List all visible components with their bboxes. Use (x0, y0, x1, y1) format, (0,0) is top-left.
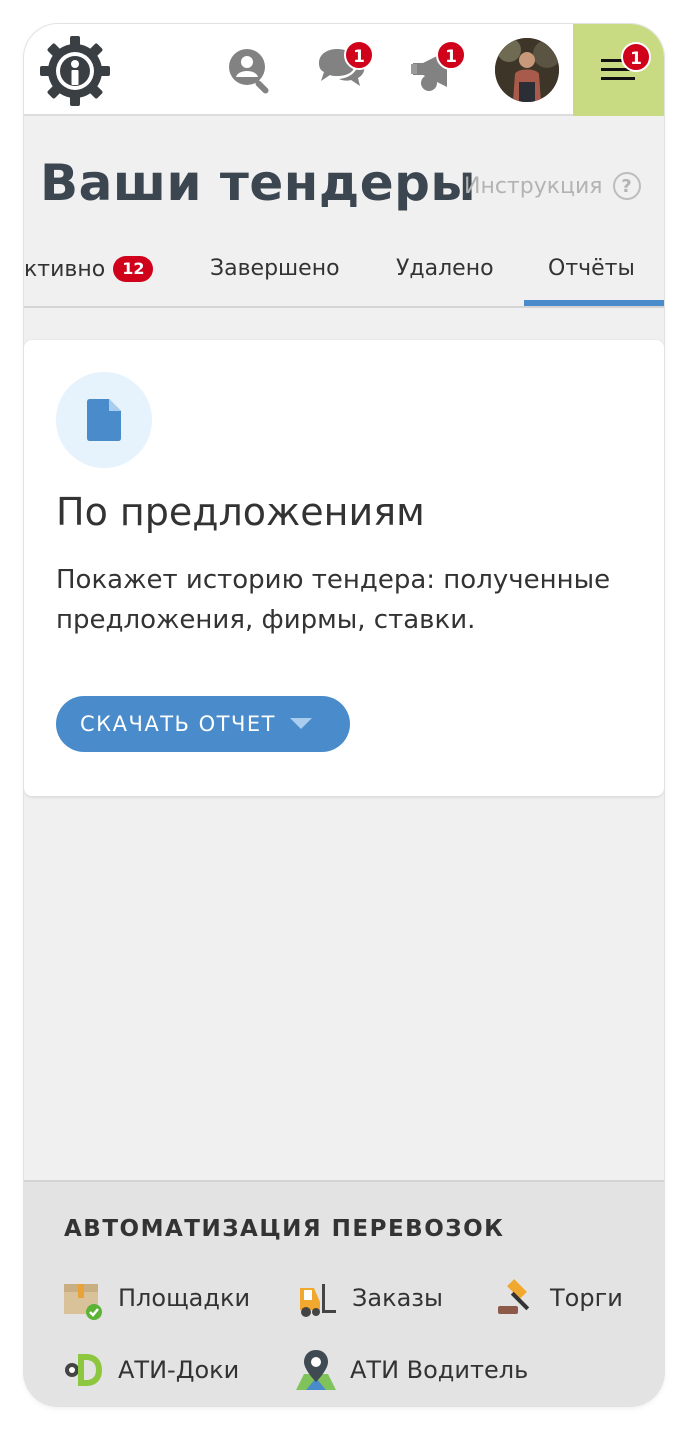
map-pin-icon (294, 1348, 338, 1392)
tab-completed[interactable]: Завершено (210, 256, 340, 281)
tabs-bar: ктивно 12 Завершено Удалено Отчёты (24, 246, 664, 308)
card-description: Покажет историю тендера: полученные пред… (56, 565, 611, 635)
ati-docs-icon (62, 1348, 106, 1392)
card-icon-circle (56, 372, 152, 468)
gavel-icon (494, 1276, 538, 1320)
user-avatar[interactable] (495, 38, 559, 102)
card-title: По предложениям (56, 490, 425, 534)
footer-services: АВТОМАТИЗАЦИЯ ПЕРЕВОЗОК Площадки Заказы … (24, 1180, 664, 1406)
tab-label: Удалено (396, 256, 494, 281)
menu-badge: 1 (621, 42, 651, 72)
footer-link-platforms[interactable]: Площадки (62, 1276, 250, 1320)
footer-title: АВТОМАТИЗАЦИЯ ПЕРЕВОЗОК (64, 1216, 505, 1242)
megaphone-icon[interactable]: 1 (406, 40, 466, 98)
tab-label: Завершено (210, 256, 340, 281)
box-check-icon (62, 1276, 106, 1320)
tab-count-badge: 12 (113, 256, 154, 282)
page-title: Ваши тендеры (40, 154, 477, 212)
search-icon[interactable] (222, 42, 278, 98)
active-tab-indicator (524, 300, 664, 306)
footer-link-auctions[interactable]: Торги (494, 1276, 623, 1320)
messages-badge: 1 (344, 40, 374, 70)
download-button-label: СКАЧАТЬ ОТЧЕТ (80, 712, 276, 736)
help-link[interactable]: Инструкция ? (464, 172, 641, 200)
footer-link-label: АТИ Водитель (350, 1356, 529, 1384)
footer-link-ati-driver[interactable]: АТИ Водитель (294, 1348, 528, 1392)
gear-logo-icon[interactable] (38, 34, 112, 108)
help-label: Инструкция (464, 173, 603, 199)
footer-link-label: Торги (550, 1284, 623, 1312)
forklift-icon (296, 1276, 340, 1320)
announcements-badge: 1 (436, 40, 466, 70)
footer-link-label: Площадки (118, 1284, 251, 1312)
footer-link-label: Заказы (352, 1284, 444, 1312)
report-card: По предложениям Покажет историю тендера:… (24, 340, 664, 796)
download-report-button[interactable]: СКАЧАТЬ ОТЧЕТ (56, 696, 350, 752)
footer-link-orders[interactable]: Заказы (296, 1276, 443, 1320)
chat-icon[interactable]: 1 (314, 40, 374, 98)
document-icon (87, 399, 121, 441)
tab-label: ктивно (24, 257, 106, 282)
caret-down-icon (289, 718, 312, 729)
top-header: 1 1 1 (24, 24, 664, 116)
tab-deleted[interactable]: Удалено (396, 256, 494, 281)
footer-link-ati-docs[interactable]: АТИ-Доки (62, 1348, 239, 1392)
question-icon: ? (612, 172, 641, 200)
app-screen: 1 1 1 Ваши тендеры Инструкция ? ктивно 1… (24, 24, 664, 1406)
footer-link-label: АТИ-Доки (118, 1356, 240, 1384)
tab-label: Отчёты (548, 256, 635, 281)
menu-button[interactable]: 1 (573, 24, 664, 116)
tab-active[interactable]: ктивно 12 (24, 256, 154, 282)
tab-reports[interactable]: Отчёты (548, 256, 635, 281)
